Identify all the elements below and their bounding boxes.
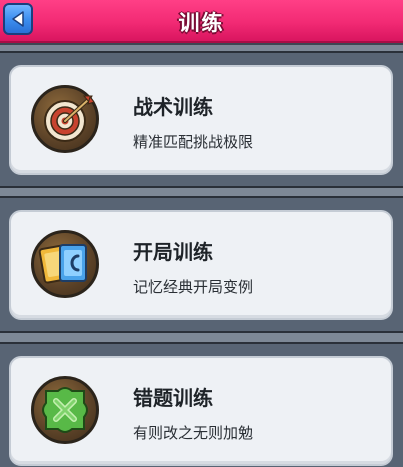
- mode-panel-openings: 开局训练 记忆经典开局变例: [0, 196, 403, 333]
- mode-panel-mistakes: 错题训练 有则改之无则加勉: [0, 342, 403, 467]
- mode-card-tactics[interactable]: 战术训练 精准匹配挑战极限: [9, 65, 393, 175]
- mode-badge-openings: [31, 230, 99, 298]
- mode-panel-tactics: 战术训练 精准匹配挑战极限: [0, 51, 403, 188]
- mode-title: 错题训练: [133, 386, 213, 410]
- training-mode-list: 战术训练 精准匹配挑战极限 开局训练 记忆经典开局变例 错题训练 有则改之无则加…: [0, 45, 403, 467]
- puzzle-x-icon: [42, 387, 88, 433]
- mode-title: 战术训练: [133, 95, 213, 119]
- mode-title: 开局训练: [133, 240, 213, 264]
- mode-card-mistakes[interactable]: 错题训练 有则改之无则加勉: [9, 356, 393, 466]
- target-arrow-icon: [44, 95, 95, 142]
- page-title: 训练: [178, 11, 225, 35]
- top-bar: 训练: [0, 0, 403, 43]
- mode-badge-mistakes: [31, 376, 99, 444]
- mode-badge-tactics: [31, 85, 99, 153]
- cards-icon: [38, 244, 87, 284]
- mode-card-openings[interactable]: 开局训练 记忆经典开局变例: [9, 210, 393, 320]
- mode-description: 记忆经典开局变例: [133, 278, 254, 296]
- mode-description: 有则改之无则加勉: [133, 424, 254, 442]
- mode-description: 精准匹配挑战极限: [133, 133, 254, 151]
